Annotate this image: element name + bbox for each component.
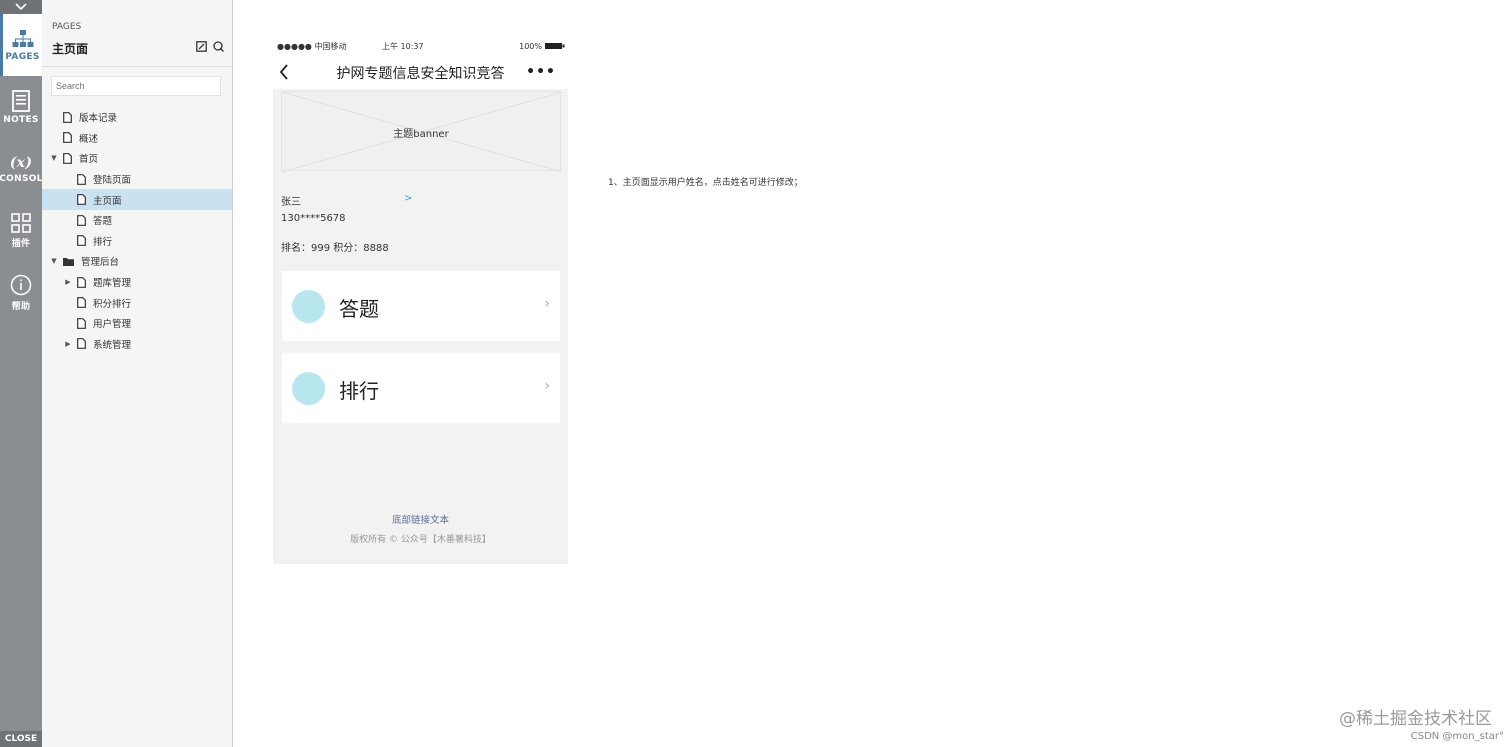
watermark: @稀土掘金技术社区 [1339,709,1492,729]
tree-item-label: 管理后台 [81,257,120,269]
add-page-icon[interactable] [196,41,207,52]
card-label: 答题 [339,297,379,321]
status-bar: ●●●●● 中国移动 上午 10:37 100% [277,40,565,52]
tree-item-user-management[interactable]: 用户管理 [42,313,232,334]
card-avatar [292,372,325,405]
banner-placeholder: 主题banner [281,91,562,172]
tree-item-quiz[interactable]: 答题 [42,210,232,231]
rail-item-label: 帮助 [11,302,31,312]
tree-item-label: 答题 [93,216,113,228]
footer-copyright: 版权所有 © 公众号【木番薯科技】 [350,535,491,545]
search-input[interactable] [51,76,221,96]
chevron-down-icon [15,3,27,11]
tree-item-admin[interactable]: ▼ 管理后台 [42,251,232,272]
sitemap-icon [12,29,33,47]
tree-item-system-management[interactable]: ▶ 系统管理 [42,334,232,355]
left-rail: PAGES NOTES (x) CONSOL 插件 帮助 CLOSE [0,0,42,747]
page-icon [77,317,86,329]
tree-item-label: 题库管理 [93,278,132,290]
grid-icon [11,213,31,233]
card-avatar [292,290,325,323]
tree-item-label: 排行 [93,236,113,248]
nav-bar: 护网专题信息安全知识竞答 ••• [273,56,568,88]
tree-item-points-ranking[interactable]: 积分排行 [42,292,232,313]
close-button[interactable]: CLOSE [0,731,42,747]
more-icon[interactable]: ••• [526,64,556,80]
tree-item-label: 登陆页面 [93,175,132,187]
carrier-signal: ●●●●● 中国移动 [277,41,347,51]
annotation-note: 1、主页面显示用户姓名，点击姓名可进行修改； [608,178,803,188]
page-icon [77,276,86,288]
user-rank-points: 排名：999 积分：8888 [281,243,389,254]
rail-item-label: CONSOL [0,173,43,184]
tree-item-question-bank[interactable]: ▶ 题库管理 [42,272,232,293]
tree-item-version-log[interactable]: 版本记录 [42,107,232,128]
variable-icon: (x) [9,154,33,171]
rail-item-pages[interactable]: PAGES [0,14,42,76]
info-icon [10,274,32,296]
page-icon [77,235,86,247]
user-phone: 130****5678 [281,213,346,224]
ranking-card[interactable]: 排行 › [282,353,560,423]
folder-icon [63,257,74,266]
add-folder-icon[interactable] [213,41,224,52]
page-icon [63,111,72,123]
tree-item-home[interactable]: ▼ 首页 [42,148,232,169]
page-icon [77,338,86,350]
battery-status: 100% [519,42,565,51]
tree-item-label: 用户管理 [93,319,132,331]
chevron-right-icon: › [544,378,550,394]
collapse-toggle[interactable] [0,0,42,14]
tree-item-login[interactable]: 登陆页面 [42,169,232,190]
chevron-right-icon: › [544,296,550,312]
tree-item-label: 系统管理 [93,339,132,351]
expand-arrow-icon[interactable]: ▼ [49,153,59,163]
divider [42,66,232,67]
page-icon [77,214,86,226]
rail-item-console[interactable]: (x) CONSOL [0,138,42,200]
page-tree: 版本记录 概述 ▼ 首页 登陆页面 主页面 答题 排行 ▼ 管理后台 ▶ 题库管… [42,107,232,354]
pages-section-label: PAGES [52,22,82,32]
expand-arrow-icon[interactable]: ▼ [49,256,59,266]
page-icon [77,297,86,309]
battery-icon [545,43,565,49]
card-label: 排行 [339,379,379,403]
rail-item-label: 插件 [11,239,31,249]
pages-panel: PAGES 主页面 版本记录 概述 ▼ 首页 登陆页面 [42,0,233,747]
status-time: 上午 10:37 [381,41,424,51]
page-title: 护网专题信息安全知识竞答 [336,66,505,82]
tree-item-label: 概述 [79,133,99,145]
rail-item-notes[interactable]: NOTES [0,76,42,138]
edit-name-link[interactable]: > [404,193,412,204]
expand-arrow-icon[interactable]: ▶ [63,277,73,287]
footer-link[interactable]: 底部链接文本 [273,512,568,526]
page-icon [63,132,72,144]
tree-item-label: 主页面 [93,195,122,207]
credit: CSDN @mon_star° [1410,731,1504,742]
notes-icon [12,89,30,112]
pages-toolbar [196,41,224,52]
phone-content: 主题banner 张三 > 130****5678 排名：999 积分：8888… [273,89,568,564]
page-icon [63,153,72,164]
tree-item-main-page[interactable]: 主页面 [42,189,232,210]
page-icon [77,194,86,206]
quiz-card[interactable]: 答题 › [282,271,560,341]
current-page-title: 主页面 [52,42,89,56]
rail-item-label: NOTES [3,114,39,125]
banner-label: 主题banner [393,129,449,140]
tree-item-label: 首页 [79,154,99,166]
rail-item-help[interactable]: 帮助 [0,262,42,324]
page-icon [77,173,86,185]
expand-arrow-icon[interactable]: ▶ [63,339,73,349]
battery-percent: 100% [519,41,542,51]
phone-mockup: ●●●●● 中国移动 上午 10:37 100% 护网专题信息安全知识竞答 ••… [273,36,568,564]
rail-item-plugins[interactable]: 插件 [0,200,42,262]
user-name[interactable]: 张三 [281,193,301,208]
tree-item-ranking[interactable]: 排行 [42,231,232,252]
tree-item-label: 版本记录 [79,113,118,125]
tree-item-label: 积分排行 [93,298,132,310]
tree-item-overview[interactable]: 概述 [42,128,232,149]
rail-item-label: PAGES [5,51,40,62]
